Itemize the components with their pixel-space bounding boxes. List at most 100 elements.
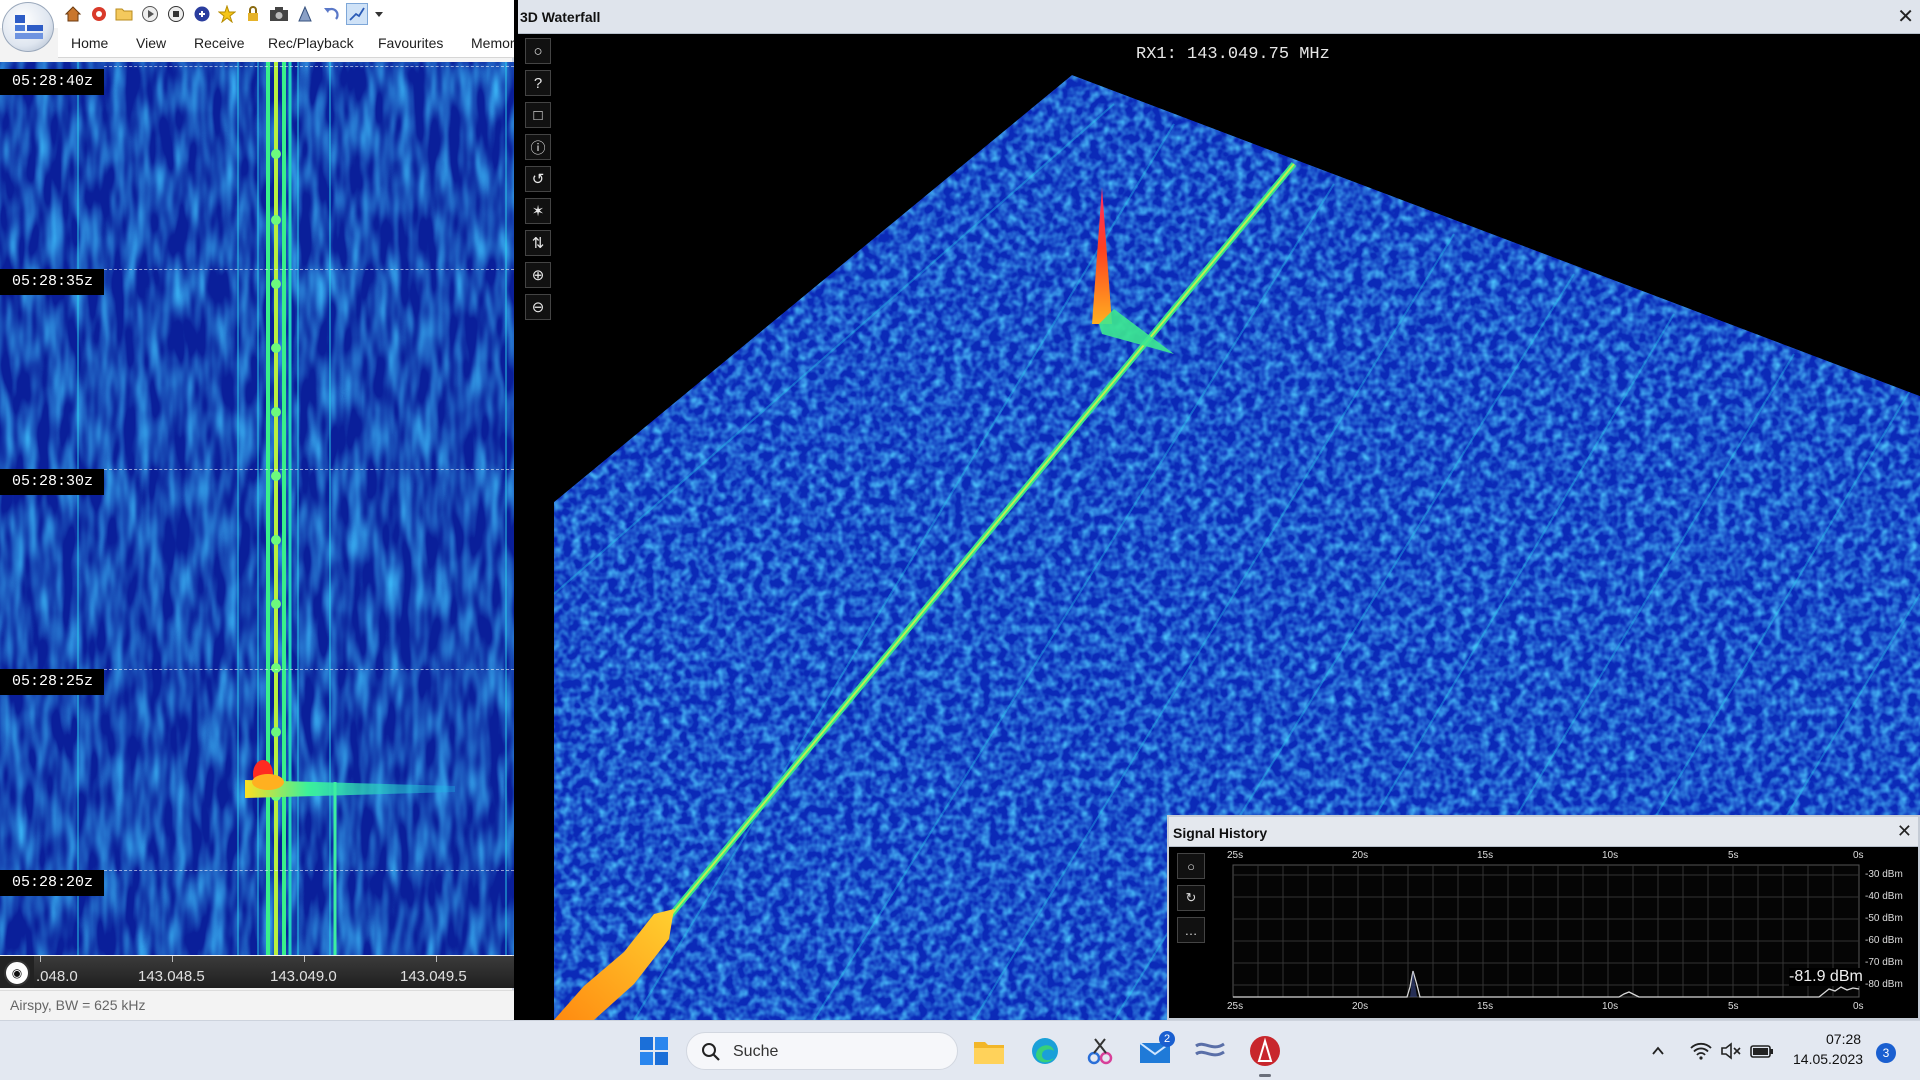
freq-label: 143.049.0 (270, 968, 337, 985)
rx-frequency-label: RX1: 143.049.75 MHz (1136, 45, 1330, 64)
sparkle-icon[interactable]: ✶ (525, 198, 551, 224)
window-title: Signal History (1173, 825, 1268, 841)
signal-history-plot: 25s 20s 15s 10s 5s 0s 25s 20s 15s 10s 5s… (1227, 847, 1918, 1018)
speaker-muted-icon[interactable] (1718, 1033, 1744, 1069)
current-level-readout: -81.9 dBm (1789, 968, 1863, 986)
file-explorer-icon[interactable] (971, 1033, 1007, 1069)
tab-home[interactable]: Home (71, 35, 108, 51)
swap-icon[interactable]: ⇅ (525, 230, 551, 256)
x-axis-label: 25s (1227, 1001, 1244, 1012)
battery-icon[interactable] (1749, 1033, 1775, 1069)
camera-icon[interactable] (268, 3, 290, 25)
freq-tick (304, 956, 305, 962)
reset-view-icon[interactable]: ○ (525, 38, 551, 64)
axis-zoom-icon[interactable]: ◉ (4, 960, 30, 986)
close-icon[interactable]: ✕ (1897, 4, 1914, 29)
search-icon (702, 1043, 720, 1061)
windows-logo-icon[interactable] (636, 1033, 672, 1069)
notification-badge[interactable]: 3 (1876, 1043, 1896, 1063)
spectrum-icon[interactable] (346, 3, 368, 25)
more-icon[interactable]: … (1177, 917, 1205, 943)
zoom-in-icon[interactable]: ⊕ (525, 262, 551, 288)
lifebuoy-icon[interactable] (88, 3, 110, 25)
time-label: 05:28:40z (0, 69, 104, 95)
time-gridline (104, 66, 514, 67)
time-gridline (104, 469, 514, 470)
frame-icon[interactable]: □ (525, 102, 551, 128)
x-axis-label: 15s (1477, 1001, 1494, 1012)
y-axis-label: -80 dBm (1865, 979, 1903, 990)
search-placeholder: Suche (733, 1043, 779, 1060)
zoom-out-icon[interactable]: ⊖ (525, 294, 551, 320)
time-gridline (104, 269, 514, 270)
time-label: 05:28:30z (0, 469, 104, 495)
x-axis-label: 20s (1352, 1001, 1369, 1012)
customize-dropdown-icon[interactable] (372, 3, 386, 25)
star-icon[interactable] (216, 3, 238, 25)
freq-tick (40, 956, 41, 962)
time-label: 05:28:35z (0, 269, 104, 295)
frequency-axis[interactable]: ◉ .048.0 143.048.5 143.049.0 143.049.5 (0, 956, 514, 988)
quick-access-toolbar (0, 0, 514, 28)
rotate-icon[interactable]: ↺ (525, 166, 551, 192)
y-axis-label: -40 dBm (1865, 891, 1903, 902)
x-axis-label: 10s (1602, 850, 1619, 861)
freq-label: 143.049.5 (400, 968, 467, 985)
x-axis-label: 5s (1728, 850, 1739, 861)
x-axis-label: 10s (1602, 1001, 1619, 1012)
y-axis-label: -60 dBm (1865, 935, 1903, 946)
waterfall-display[interactable]: 05:28:40z 05:28:35z 05:28:30z 05:28:25z … (0, 62, 514, 955)
close-icon[interactable]: ✕ (1897, 821, 1912, 842)
chevron-up-icon[interactable] (1646, 1033, 1670, 1069)
sdr-app-icon[interactable] (1192, 1033, 1228, 1069)
frequency-scale[interactable]: .048.0 143.048.5 143.049.0 143.049.5 (34, 956, 514, 988)
time-gridline (104, 870, 514, 871)
clock-time[interactable]: 07:28 (1826, 1031, 1861, 1047)
wifi-icon[interactable] (1688, 1033, 1714, 1069)
tab-receive[interactable]: Receive (194, 35, 245, 51)
play-icon[interactable] (139, 3, 161, 25)
freq-tick (436, 956, 437, 962)
info-icon[interactable]: ⓘ (525, 134, 551, 160)
undo-icon[interactable] (320, 3, 342, 25)
antenna-icon[interactable] (294, 3, 316, 25)
tab-favourites[interactable]: Favourites (378, 35, 443, 51)
help-icon[interactable]: ? (525, 70, 551, 96)
tab-memories[interactable]: Memor (471, 35, 515, 51)
radio-app-icon[interactable] (1247, 1033, 1283, 1069)
tab-rec-playback[interactable]: Rec/Playback (268, 35, 354, 51)
active-app-indicator (1259, 1074, 1271, 1077)
application-menu-button[interactable] (2, 2, 54, 52)
time-gridline (104, 669, 514, 670)
clock-date[interactable]: 14.05.2023 (1793, 1051, 1863, 1067)
waterfall-3d-toolbar: ○ ? □ ⓘ ↺ ✶ ⇅ ⊕ ⊖ (518, 34, 554, 1020)
snipping-tool-icon[interactable] (1082, 1033, 1118, 1069)
freq-tick (172, 956, 173, 962)
edge-browser-icon[interactable] (1027, 1033, 1063, 1069)
tab-view[interactable]: View (136, 35, 166, 51)
record-icon[interactable] (191, 3, 213, 25)
x-axis-label: 0s (1853, 1001, 1864, 1012)
refresh-icon[interactable]: ↻ (1177, 885, 1205, 911)
time-label: 05:28:25z (0, 669, 104, 695)
folder-icon[interactable] (113, 3, 135, 25)
window-titlebar[interactable]: 3D Waterfall ✕ (518, 0, 1920, 34)
reset-icon[interactable]: ○ (1177, 853, 1205, 879)
taskbar: Suche 2 07:28 14.05.2023 3 (0, 1020, 1920, 1080)
status-bar: Airspy, BW = 625 kHz (0, 990, 514, 1020)
x-axis-label: 0s (1853, 850, 1864, 861)
signal-history-window: Signal History ✕ ○ ↻ … 25s 20s 15s 10s 5… (1167, 815, 1920, 1020)
freq-label: .048.0 (36, 968, 78, 985)
lock-icon[interactable] (242, 3, 264, 25)
time-label: 05:28:20z (0, 870, 104, 896)
status-text: Airspy, BW = 625 kHz (10, 997, 146, 1013)
mail-badge: 2 (1159, 1031, 1175, 1047)
window-titlebar[interactable]: Signal History ✕ (1169, 817, 1918, 847)
stop-icon[interactable] (165, 3, 187, 25)
search-input[interactable]: Suche (686, 1032, 958, 1070)
window-title: 3D Waterfall (520, 9, 601, 25)
desktop: Home View Receive Rec/Playback Favourite… (0, 0, 1920, 1080)
home-icon[interactable] (62, 3, 84, 25)
x-axis-label: 25s (1227, 850, 1244, 861)
sdr-main-window: Home View Receive Rec/Playback Favourite… (0, 0, 515, 1020)
